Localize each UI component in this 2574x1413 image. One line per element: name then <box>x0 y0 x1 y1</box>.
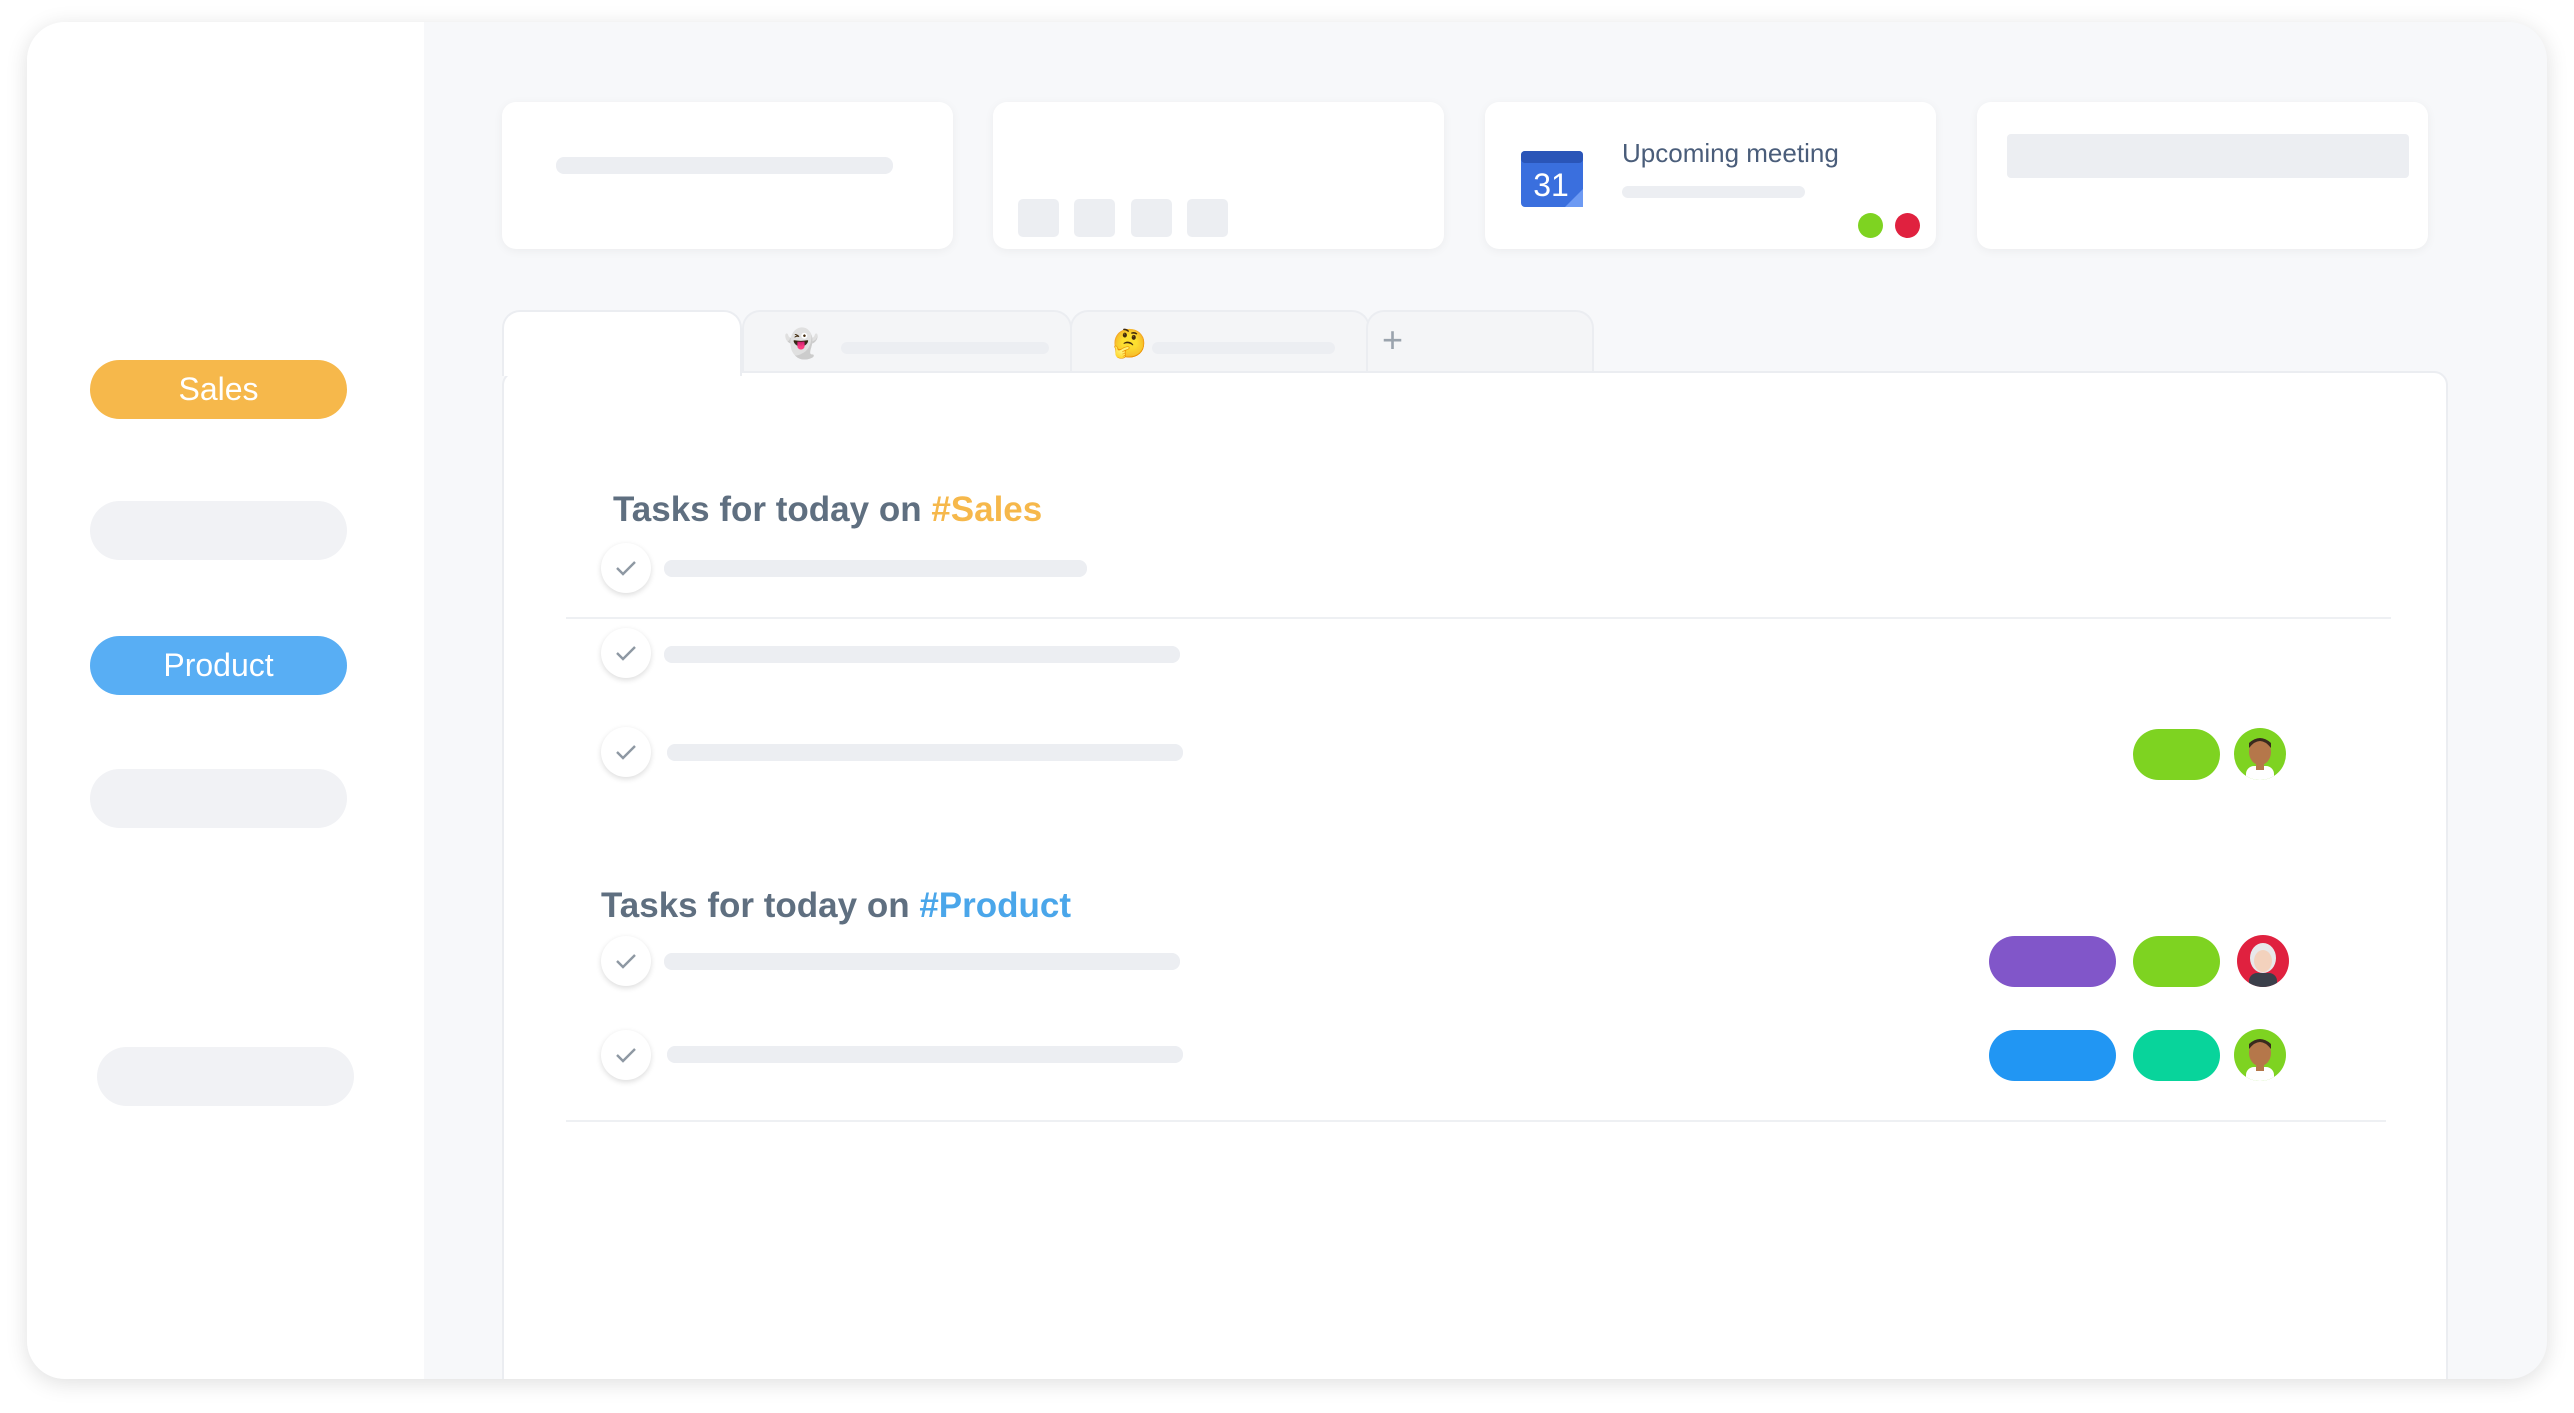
sidebar-item-label: Product <box>163 647 274 683</box>
task-checkbox[interactable] <box>601 543 651 593</box>
tab-ghost[interactable]: 👻 <box>742 310 1072 376</box>
task-tag[interactable] <box>2133 729 2220 780</box>
checkmark-icon <box>616 745 636 760</box>
tab-new[interactable]: + <box>1366 310 1594 376</box>
decline-status-dot[interactable] <box>1895 213 1920 238</box>
sidebar-item-placeholder[interactable] <box>97 1047 354 1106</box>
task-tag[interactable] <box>1989 936 2116 987</box>
man-avatar[interactable] <box>2234 1029 2286 1081</box>
text-placeholder <box>1622 186 1805 198</box>
upcoming-meeting-label: Upcoming meeting <box>1622 138 1839 168</box>
task-text-placeholder <box>667 744 1183 761</box>
product-hashtag[interactable]: #Product <box>919 886 1071 925</box>
square-placeholder <box>1018 199 1059 237</box>
row-divider <box>566 617 2391 619</box>
sidebar-item-sales[interactable]: Sales <box>90 360 347 419</box>
sidebar-item-placeholder[interactable] <box>90 501 347 560</box>
sales-hashtag[interactable]: #Sales <box>931 490 1042 529</box>
tab-label-placeholder <box>841 342 1049 354</box>
task-tag[interactable] <box>2133 936 2220 987</box>
checkmark-icon <box>616 561 636 576</box>
summary-card[interactable] <box>502 102 953 249</box>
sidebar-item-placeholder[interactable] <box>90 769 347 828</box>
heading-prefix: Tasks for today on <box>613 490 932 529</box>
task-checkbox[interactable] <box>601 1030 651 1080</box>
task-panel: Tasks for today on #Sales Tasks for toda… <box>502 371 2448 1379</box>
row-divider <box>566 1120 2386 1122</box>
task-tag[interactable] <box>1989 1030 2116 1081</box>
tab-active[interactable] <box>502 310 742 376</box>
checkmark-icon <box>616 1048 636 1063</box>
thinking-face-emoji-icon: 🤔 <box>1112 328 1147 359</box>
task-tag[interactable] <box>2133 1030 2220 1081</box>
square-placeholder <box>1074 199 1115 237</box>
sidebar-item-label: Sales <box>178 371 259 407</box>
woman-avatar[interactable] <box>2237 935 2289 987</box>
task-text-placeholder <box>664 560 1087 577</box>
man-avatar[interactable] <box>2234 728 2286 780</box>
section-heading-sales: Tasks for today on #Sales <box>613 490 1042 530</box>
task-text-placeholder <box>664 646 1180 663</box>
upcoming-meeting-card[interactable]: 31 Upcoming meeting <box>1485 102 1936 249</box>
tab-label-placeholder <box>1152 342 1335 354</box>
task-checkbox[interactable] <box>601 936 651 986</box>
task-checkbox[interactable] <box>601 628 651 678</box>
sidebar-item-product[interactable]: Product <box>90 636 347 695</box>
app-window: Sales Product 31 Upcoming meeting 👻 🤔 + … <box>27 22 2547 1379</box>
heading-prefix: Tasks for today on <box>601 886 920 925</box>
summary-card[interactable] <box>993 102 1444 249</box>
checkmark-icon <box>616 954 636 969</box>
accept-status-dot[interactable] <box>1858 213 1883 238</box>
task-text-placeholder <box>664 953 1180 970</box>
sidebar: Sales Product <box>27 22 424 1379</box>
add-tab-icon[interactable]: + <box>1382 320 1403 360</box>
task-text-placeholder <box>667 1046 1183 1063</box>
square-placeholder <box>1131 199 1172 237</box>
section-heading-product: Tasks for today on #Product <box>601 886 1071 926</box>
summary-card[interactable] <box>1977 102 2428 249</box>
calendar-icon: 31 <box>1521 151 1583 207</box>
ghost-emoji-icon: 👻 <box>784 328 819 359</box>
checkmark-icon <box>616 646 636 661</box>
calendar-date: 31 <box>1533 167 1569 203</box>
task-checkbox[interactable] <box>601 727 651 777</box>
text-placeholder <box>556 157 893 174</box>
text-placeholder <box>2007 134 2409 178</box>
tab-thinking[interactable]: 🤔 <box>1070 310 1370 376</box>
square-placeholder <box>1187 199 1228 237</box>
